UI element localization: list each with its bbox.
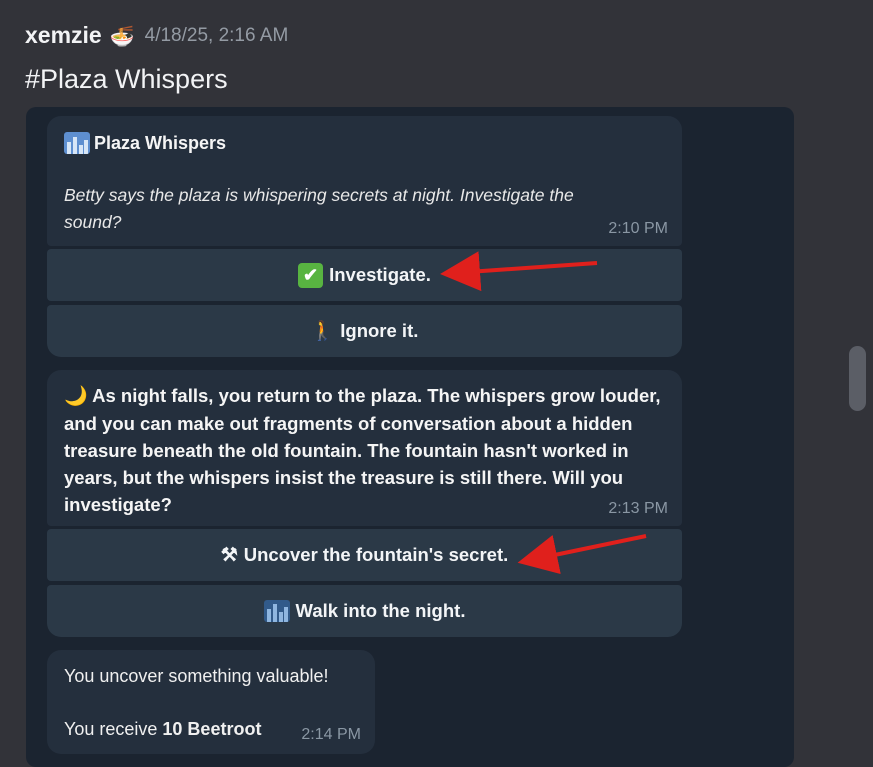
button-label: Ignore it. (340, 320, 419, 341)
message-time: 2:10 PM (608, 220, 668, 237)
post-header: xemzie 🍜 4/18/25, 2:16 AM (25, 22, 288, 49)
reward-prefix: You receive (64, 719, 163, 739)
message-bubble: 🌙 As night falls, you return to the plaz… (47, 370, 682, 526)
channel-title: #Plaza Whispers (25, 64, 228, 94)
hammer-and-pick-icon: ⚒ (220, 544, 238, 566)
message-bubble: You uncover something valuable! You rece… (47, 650, 375, 754)
message-title: Plaza Whispers (64, 132, 226, 154)
uncover-fountain-secret-button[interactable]: ⚒ Uncover the fountain's secret. (47, 529, 682, 581)
button-label: Uncover the fountain's secret. (243, 544, 509, 565)
message-time: 2:14 PM (301, 726, 361, 743)
reward-amount: 10 Beetroot (162, 719, 262, 739)
ramen-bowl-icon: 🍜 (109, 23, 135, 48)
message-text-body: As night falls, you return to the plaza.… (64, 385, 661, 515)
ignore-it-button[interactable]: 🚶 Ignore it. (47, 305, 682, 357)
investigate-button[interactable]: ✔ Investigate. (47, 249, 682, 301)
crescent-moon-icon: 🌙 (64, 386, 88, 407)
button-label: Walk into the night. (295, 600, 466, 621)
button-label: Investigate. (329, 264, 431, 285)
cityscape-icon (64, 132, 90, 154)
scrollbar-thumb[interactable] (849, 346, 866, 411)
message-text-line2: You receive 10 Beetroot (64, 719, 261, 740)
message-bubble: Plaza Whispers Betty says the plaza is w… (47, 116, 682, 246)
person-walking-icon: 🚶 (310, 321, 335, 342)
walk-into-night-button[interactable]: Walk into the night. (47, 585, 682, 637)
message-text-line1: You uncover something valuable! (64, 666, 329, 686)
post-timestamp: 4/18/25, 2:16 AM (144, 24, 289, 46)
night-city-icon (263, 600, 290, 622)
author-name[interactable]: xemzie (25, 22, 102, 49)
message-time: 2:13 PM (608, 500, 668, 517)
message-title-text: Plaza Whispers (94, 132, 227, 153)
message-text: Betty says the plaza is whispering secre… (64, 185, 574, 232)
check-mark-button-icon: ✔ (298, 262, 324, 288)
message-text: 🌙 As night falls, you return to the plaz… (64, 382, 669, 518)
